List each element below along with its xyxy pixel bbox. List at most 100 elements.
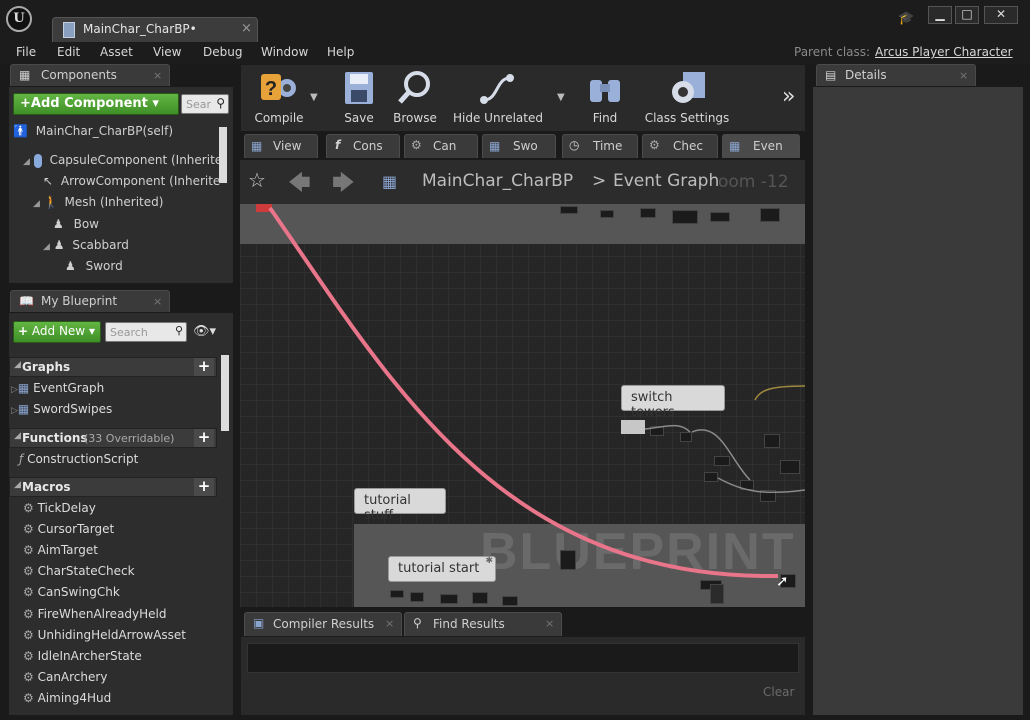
macro-item[interactable]: ⚙ CanArchery	[23, 670, 223, 690]
class-settings-button[interactable]: Class Settings	[640, 68, 734, 128]
add-function-button[interactable]: +	[194, 429, 214, 447]
compile-options-arrow-icon[interactable]: ▼	[310, 92, 318, 103]
eye-icon[interactable]: 👁▾	[193, 324, 216, 339]
data-wire	[691, 429, 751, 481]
event-graph-canvas[interactable]: ☆ 🡄 🡆 ▦ MainChar_CharBP > Event Graph oo…	[240, 160, 805, 607]
viewport-icon: ▦	[251, 139, 263, 153]
modified-indicator: •	[189, 22, 197, 36]
binoculars-icon	[590, 80, 620, 102]
tab-can[interactable]: ⚙ Can	[404, 134, 478, 158]
macro-item[interactable]: ⚙ AimTarget	[23, 543, 223, 563]
macro-item[interactable]: ⚙ FireWhenAlreadyHeld	[23, 607, 223, 627]
tree-item-mesh[interactable]: ◢ 🚶 Mesh (Inherited)	[33, 195, 243, 215]
hide-unrelated-options-arrow-icon[interactable]: ▼	[557, 92, 565, 103]
graduation-cap-icon[interactable]: 🎓	[898, 11, 914, 26]
book-icon: 📖	[19, 294, 34, 308]
exec-wire[interactable]	[268, 206, 779, 579]
hide-unrelated-button[interactable]: Hide Unrelated	[450, 68, 546, 128]
save-label: Save	[344, 111, 374, 125]
clock-icon: ◷	[569, 138, 580, 152]
macro-gear-icon: ⚙	[23, 628, 34, 642]
my-blueprint-tab-label: My Blueprint	[41, 294, 118, 308]
add-component-button[interactable]: +Add Component ▾	[13, 93, 179, 115]
collapse-arrow-icon: ◢	[43, 242, 50, 252]
person-icon: 🚹	[13, 124, 28, 138]
maximize-button[interactable]: □	[955, 6, 979, 24]
toolbar-overflow-icon[interactable]: »	[782, 84, 795, 109]
menu-view[interactable]: View	[153, 45, 181, 59]
details-icon: ▤	[825, 68, 837, 82]
graphs-section-header[interactable]: ◢ Graphs +	[9, 357, 217, 377]
tab-sword[interactable]: ▦ Swo	[482, 134, 556, 158]
add-graph-button[interactable]: +	[194, 358, 214, 376]
tab-find-results[interactable]: ⚲ Find Results ×	[404, 612, 562, 636]
close-components-icon[interactable]: ×	[153, 69, 162, 82]
tab-viewport[interactable]: ▦ View	[244, 134, 318, 158]
tab-timeline[interactable]: ◷ Time	[562, 134, 638, 158]
blueprint-scrollbar[interactable]	[221, 355, 229, 431]
menu-help[interactable]: Help	[327, 45, 354, 59]
graph-item-swordswipes[interactable]: ▷▦ SwordSwipes	[11, 402, 211, 422]
macro-item[interactable]: ⚙ CursorTarget	[23, 522, 223, 542]
clear-button[interactable]: Clear	[763, 685, 794, 699]
tree-item-bow[interactable]: ♟ Bow	[53, 217, 263, 237]
magnifier-icon: ⚲	[413, 616, 422, 630]
macro-item[interactable]: ⚙ IdleInArcherState	[23, 649, 223, 669]
macro-item[interactable]: ⚙ CharStateCheck	[23, 564, 223, 584]
add-new-button[interactable]: + Add New ▾	[13, 321, 101, 343]
close-tab-icon[interactable]: ×	[241, 21, 252, 36]
graph-icon: ▦	[729, 139, 741, 153]
menu-file[interactable]: File	[16, 45, 36, 59]
compile-button[interactable]: ? Compile	[244, 68, 314, 128]
document-tab-title: MainChar_CharBP	[83, 22, 190, 36]
document-tab[interactable]: MainChar_CharBP• ×	[52, 17, 258, 42]
browse-button[interactable]: Browse	[388, 68, 442, 128]
close-compiler-results-icon[interactable]: ×	[385, 617, 394, 630]
components-search-input[interactable]: Sear ⚲	[181, 94, 229, 114]
tree-item-capsule[interactable]: ◢ CapsuleComponent (Inherite	[23, 153, 233, 173]
close-details-icon[interactable]: ×	[959, 69, 968, 82]
components-panel: +Add Component ▾ Sear ⚲ 🚹 MainChar_CharB…	[8, 86, 234, 284]
dropdown-arrow-icon: ▾	[88, 324, 95, 338]
components-tab[interactable]: ▦ Components ×	[10, 64, 170, 86]
macro-item[interactable]: ⚙ Aiming4Hud	[23, 691, 223, 711]
tab-compiler-results[interactable]: ▣ Compiler Results ×	[244, 612, 402, 636]
tree-item-scabbard[interactable]: ◢ ♟ Scabbard	[43, 238, 253, 258]
blueprint-search-input[interactable]: Search ⚲	[105, 322, 187, 342]
tab-event-graph[interactable]: ▦ Even	[722, 134, 800, 158]
components-scrollbar[interactable]	[219, 127, 227, 183]
menu-window[interactable]: Window	[261, 45, 308, 59]
parent-class-link[interactable]: Arcus Player Character	[875, 45, 1013, 59]
minimize-button[interactable]: ▁	[928, 6, 952, 24]
find-label: Find	[592, 111, 618, 125]
close-find-results-icon[interactable]: ×	[545, 617, 554, 630]
macros-section-header[interactable]: ◢ Macros +	[9, 477, 217, 497]
tab-check[interactable]: ⚙ Chec	[642, 134, 718, 158]
hide-unrelated-label: Hide Unrelated	[452, 111, 543, 125]
macro-item[interactable]: ⚙ UnhidingHeldArrowAsset	[23, 628, 223, 648]
find-button[interactable]: Find	[578, 68, 632, 128]
static-mesh-icon: ♟	[65, 259, 76, 273]
my-blueprint-tab[interactable]: 📖 My Blueprint ×	[10, 290, 170, 312]
menu-debug[interactable]: Debug	[203, 45, 242, 59]
save-button[interactable]: Save	[334, 68, 384, 128]
macro-item[interactable]: ⚙ TickDelay	[23, 501, 223, 521]
function-item-constructionscript[interactable]: ƒ ConstructionScript	[19, 452, 219, 472]
unreal-logo-icon[interactable]: U	[6, 6, 32, 32]
tree-item-self[interactable]: 🚹 MainChar_CharBP(self)	[13, 124, 223, 144]
add-macro-button[interactable]: +	[194, 478, 214, 496]
function-icon: f	[335, 138, 341, 152]
close-window-button[interactable]: ✕	[984, 6, 1018, 24]
arrow-component-icon: ↖	[43, 174, 54, 188]
details-tab[interactable]: ▤ Details ×	[816, 64, 976, 86]
macro-item[interactable]: ⚙ CanSwingChk	[23, 585, 223, 605]
functions-overridable-note: (33 Overridable)	[84, 432, 175, 445]
macro-gear-icon: ⚙	[23, 564, 34, 578]
graph-item-eventgraph[interactable]: ▷▦ EventGraph	[11, 381, 211, 401]
close-my-blueprint-icon[interactable]: ×	[153, 295, 162, 308]
macro-gear-icon: ⚙	[649, 138, 660, 152]
menu-asset[interactable]: Asset	[100, 45, 133, 59]
tab-construction[interactable]: f Cons	[326, 134, 400, 158]
functions-section-header[interactable]: ◢ Functions (33 Overridable) +	[9, 428, 217, 448]
menu-edit[interactable]: Edit	[57, 45, 80, 59]
